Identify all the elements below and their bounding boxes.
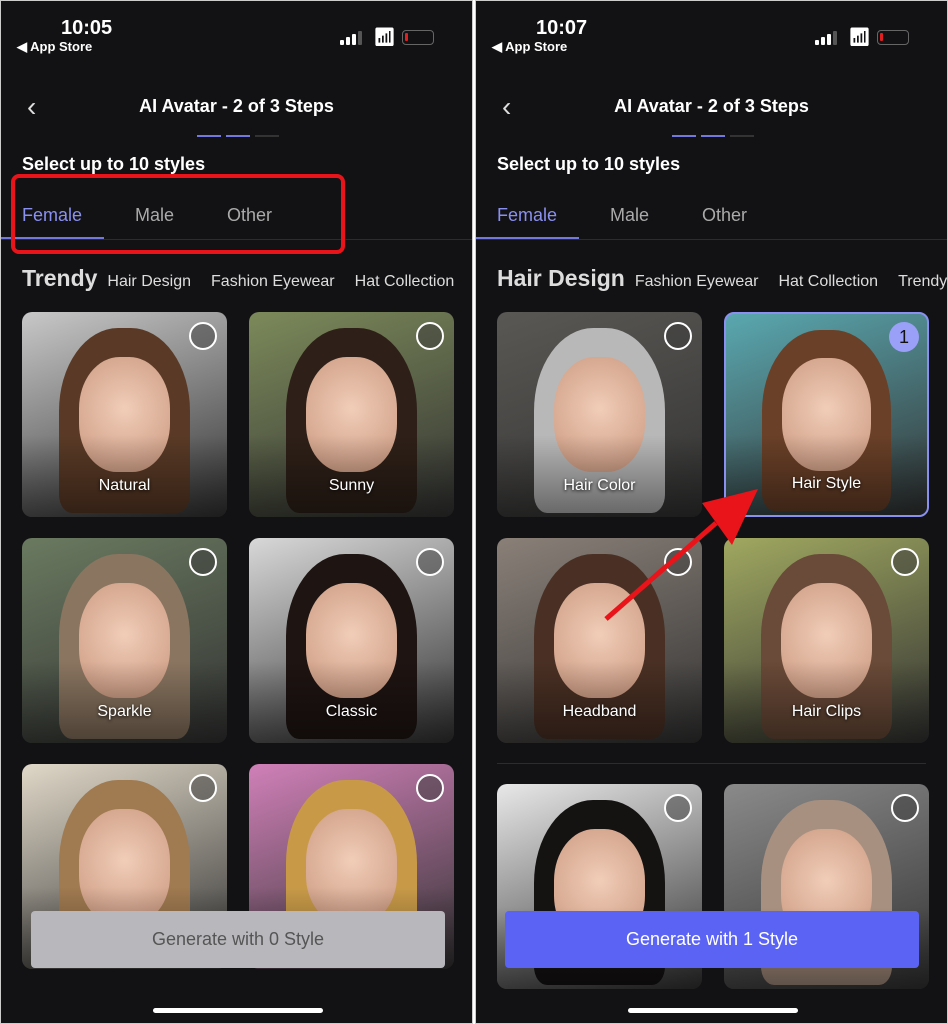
selection-badge[interactable]: 1: [889, 322, 919, 352]
style-card[interactable]: Hair Style 1: [724, 312, 929, 517]
style-label: Hair Clips: [791, 703, 862, 720]
signal-icon: [815, 31, 837, 45]
page-title: AI Avatar - 2 of 3 Steps: [614, 96, 809, 116]
select-checkbox[interactable]: [664, 548, 692, 576]
step-progress: [197, 135, 279, 137]
generate-button[interactable]: Generate with 0 Style: [31, 911, 445, 968]
style-card[interactable]: Sunny: [249, 312, 454, 517]
active-tab-indicator: [476, 237, 579, 239]
category-tabs: Hair Design Fashion Eyewear Hat Collection…: [497, 265, 947, 292]
battery-icon: [877, 30, 909, 45]
select-checkbox[interactable]: [189, 548, 217, 576]
category-tab[interactable]: Hair Design: [497, 265, 625, 292]
style-label: Hair Style: [791, 475, 862, 492]
status-time: 10:07: [536, 17, 588, 39]
screen-after: 10:07 ◀ App Store 📶︎ ‹ AI Avatar - 2 of …: [475, 0, 948, 1024]
category-tab[interactable]: Fashion Eyewear: [211, 273, 335, 291]
battery-icon: [402, 30, 434, 45]
style-label: Sunny: [328, 477, 375, 494]
style-label: Headband: [562, 703, 637, 720]
section-divider: [497, 763, 926, 764]
select-checkbox[interactable]: [664, 794, 692, 822]
instruction-text: Select up to 10 styles: [22, 154, 206, 174]
wifi-icon: 📶︎: [848, 27, 871, 47]
select-checkbox[interactable]: [664, 322, 692, 350]
page-title: AI Avatar - 2 of 3 Steps: [139, 96, 334, 116]
select-checkbox[interactable]: [416, 774, 444, 802]
category-tabs: Trendy Hair Design Fashion Eyewear Hat Coll…: [22, 265, 454, 292]
home-indicator: [153, 1008, 323, 1013]
status-time: 10:05: [61, 17, 113, 39]
style-label: Classic: [325, 703, 378, 720]
tab-other[interactable]: Other: [702, 205, 747, 226]
category-tab[interactable]: Hat Collection: [355, 273, 455, 291]
select-checkbox[interactable]: [891, 548, 919, 576]
select-checkbox[interactable]: [416, 548, 444, 576]
generate-button[interactable]: Generate with 1 Style: [505, 911, 919, 968]
category-tab[interactable]: Hair Design: [107, 273, 191, 291]
step-progress: [672, 135, 754, 137]
category-tab[interactable]: Hat Collection: [778, 273, 878, 291]
style-card[interactable]: Classic: [249, 538, 454, 743]
style-card[interactable]: Sparkle: [22, 538, 227, 743]
screen-before: 10:05 ◀ App Store 📶︎ ‹ AI Avatar - 2 of …: [0, 0, 473, 1024]
back-to-app-store[interactable]: ◀ App Store: [17, 39, 92, 55]
category-tab[interactable]: Trendy: [22, 265, 97, 292]
style-label: Natural: [98, 477, 151, 494]
style-card[interactable]: Hair Color: [497, 312, 702, 517]
gender-tabs: Female Male Other: [476, 201, 947, 240]
select-checkbox[interactable]: [891, 794, 919, 822]
select-checkbox[interactable]: [189, 322, 217, 350]
tab-male[interactable]: Male: [610, 205, 649, 226]
select-checkbox[interactable]: [189, 774, 217, 802]
category-tab[interactable]: Trendy: [898, 273, 947, 291]
style-card[interactable]: Headband: [497, 538, 702, 743]
select-checkbox[interactable]: [416, 322, 444, 350]
style-card[interactable]: Natural: [22, 312, 227, 517]
wifi-icon: 📶︎: [373, 27, 396, 47]
annotation-highlight-box: [11, 174, 345, 254]
tab-female[interactable]: Female: [497, 205, 557, 226]
style-card[interactable]: Hair Clips: [724, 538, 929, 743]
style-label: Sparkle: [97, 703, 152, 720]
back-to-app-store[interactable]: ◀ App Store: [492, 39, 567, 55]
instruction-text: Select up to 10 styles: [497, 154, 681, 174]
category-tab[interactable]: Fashion Eyewear: [635, 273, 759, 291]
home-indicator: [628, 1008, 798, 1013]
signal-icon: [340, 31, 362, 45]
style-label: Hair Color: [563, 477, 636, 494]
